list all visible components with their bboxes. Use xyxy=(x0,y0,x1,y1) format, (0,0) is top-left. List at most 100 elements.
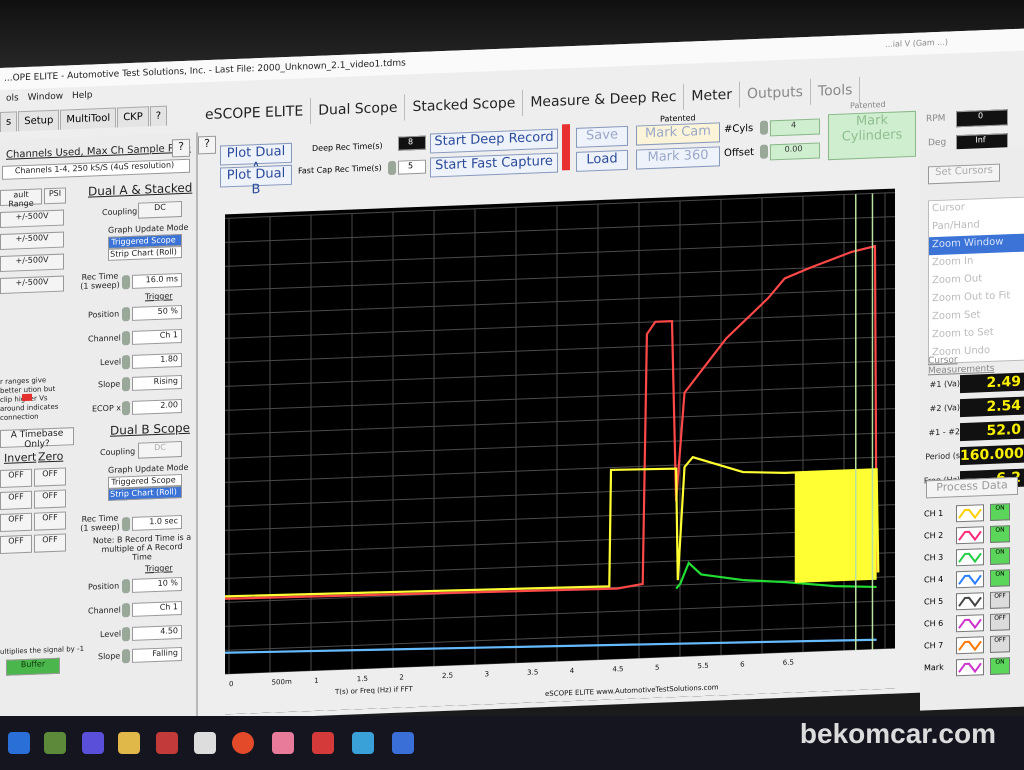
app-icon[interactable] xyxy=(44,732,66,754)
zero-ch3[interactable]: OFF xyxy=(34,511,66,531)
mark-cylinders-button[interactable]: Mark Cylinders xyxy=(828,110,916,161)
channel-toggle[interactable]: OFF xyxy=(990,613,1010,631)
video-icon[interactable] xyxy=(82,732,104,754)
plot-dual-a-button[interactable]: Plot Dual A xyxy=(220,142,292,175)
cyls-spinner[interactable] xyxy=(760,120,768,135)
mark-cam-button[interactable]: Mark Cam xyxy=(636,122,720,146)
tab-help[interactable]: ? xyxy=(149,105,168,127)
rec-time-value[interactable]: 16.0 ms xyxy=(132,273,182,289)
menu-help[interactable]: Help xyxy=(72,86,93,105)
offset-value[interactable]: 0.00 xyxy=(770,142,820,161)
fast-cap-value[interactable]: 5 xyxy=(398,159,426,175)
tab-5[interactable]: Outputs xyxy=(739,78,811,108)
invert-ch3[interactable]: OFF xyxy=(0,512,32,532)
mark-360-button[interactable]: Mark 360 xyxy=(636,146,720,170)
start-fast-capture-button[interactable]: Start Fast Capture xyxy=(430,152,558,178)
waveform-icon[interactable] xyxy=(956,570,984,589)
chrome-icon[interactable] xyxy=(232,732,254,754)
rec-time-b-spinner[interactable] xyxy=(122,517,130,532)
ecop-value[interactable]: 2.00 xyxy=(132,399,182,415)
fault-range-button[interactable]: ault Range xyxy=(0,188,42,209)
psi-button[interactable]: PSI xyxy=(44,187,66,205)
level-b-value[interactable]: 4.50 xyxy=(132,625,182,641)
range-ch3[interactable]: +/-500V xyxy=(0,253,64,272)
timebase-only-button[interactable]: A Timebase Only? xyxy=(0,427,74,450)
offset-spinner[interactable] xyxy=(760,144,768,159)
scope-plot[interactable]: -3-2-10123456789101112131415160500m11.52… xyxy=(225,188,895,715)
position-value[interactable]: 50 % xyxy=(132,305,182,321)
tab-0[interactable]: eSCOPE ELITE xyxy=(198,98,312,129)
waveform-icon[interactable] xyxy=(956,614,984,633)
level-value[interactable]: 1.80 xyxy=(132,353,182,369)
waveform-icon[interactable] xyxy=(956,504,984,523)
waveform-icon[interactable] xyxy=(956,636,984,655)
waveform-icon[interactable] xyxy=(956,658,984,677)
range-ch2[interactable]: +/-500V xyxy=(0,231,64,250)
media-icon[interactable] xyxy=(272,732,294,754)
tab-multitool[interactable]: MultiTool xyxy=(60,107,117,130)
app4-icon[interactable] xyxy=(392,732,414,754)
scope-chart[interactable]: -3-2-10123456789101112131415160500m11.52… xyxy=(225,189,895,715)
channel-value[interactable]: Ch 1 xyxy=(132,329,182,345)
plot-dual-b-button[interactable]: Plot Dual B xyxy=(220,164,292,197)
channels-info[interactable]: Channels 1-4, 250 kS/S (4uS resolution) xyxy=(2,158,190,180)
tab-1[interactable]: Dual Scope xyxy=(311,94,406,125)
start-deep-record-button[interactable]: Start Deep Record xyxy=(430,128,558,154)
rec-time-b-value[interactable]: 1.0 sec xyxy=(132,515,182,531)
channel-toggle[interactable]: ON xyxy=(990,547,1010,565)
save-button[interactable]: Save xyxy=(576,125,628,148)
slope-b-value[interactable]: Falling xyxy=(132,647,182,663)
tab-ckp[interactable]: CKP xyxy=(117,106,149,128)
fast-cap-spinner[interactable] xyxy=(388,160,396,176)
app2-icon[interactable] xyxy=(312,732,334,754)
help-button[interactable]: ? xyxy=(172,138,190,158)
range-ch1[interactable]: +/-500V xyxy=(0,209,64,228)
channel-toggle[interactable]: ON xyxy=(990,503,1010,521)
position-b-value[interactable]: 10 % xyxy=(132,577,182,593)
range-ch4[interactable]: +/-500V xyxy=(0,275,64,294)
waveform-icon[interactable] xyxy=(956,592,984,611)
invert-ch2[interactable]: OFF xyxy=(0,490,32,510)
tab-3[interactable]: Measure & Deep Rec xyxy=(523,83,685,116)
toolbar-help-button[interactable]: ? xyxy=(198,135,216,155)
cyls-value[interactable]: 4 xyxy=(770,118,820,137)
ecop-spinner[interactable] xyxy=(122,401,130,416)
escope-icon[interactable] xyxy=(156,732,178,754)
channel-toggle[interactable]: OFF xyxy=(990,635,1010,653)
zero-ch4[interactable]: OFF xyxy=(34,533,66,553)
waveform-icon[interactable] xyxy=(956,548,984,567)
level-spinner[interactable] xyxy=(122,355,130,370)
menu-window[interactable]: Window xyxy=(28,88,64,107)
strip-chart-option[interactable]: Strip Chart (Roll) xyxy=(108,246,182,261)
slope-value[interactable]: Rising xyxy=(132,375,182,391)
channel-toggle[interactable]: ON xyxy=(990,569,1010,587)
channel-toggle[interactable]: OFF xyxy=(990,591,1010,609)
process-data-button[interactable]: Process Data xyxy=(926,476,1018,499)
calculator-icon[interactable] xyxy=(194,732,216,754)
set-cursors-button[interactable]: Set Cursors xyxy=(928,163,1000,185)
strip-chart-b-option[interactable]: Strip Chart (Roll) xyxy=(108,486,182,501)
channel-spinner[interactable] xyxy=(122,331,130,346)
edge-icon[interactable] xyxy=(8,732,30,754)
slope-spinner[interactable] xyxy=(122,377,130,392)
position-spinner[interactable] xyxy=(122,307,130,322)
buffer-button[interactable]: Buffer xyxy=(6,657,60,676)
waveform-icon[interactable] xyxy=(956,526,984,545)
tab-s[interactable]: s xyxy=(0,111,18,132)
folder-icon[interactable] xyxy=(118,732,140,754)
deep-rec-value[interactable]: 8 xyxy=(398,135,426,151)
zero-ch2[interactable]: OFF xyxy=(34,489,66,509)
load-button[interactable]: Load xyxy=(576,149,628,172)
tab-setup[interactable]: Setup xyxy=(18,109,60,132)
position-b-spinner[interactable] xyxy=(122,579,130,594)
channel-b-value[interactable]: Ch 1 xyxy=(132,601,182,617)
tab-2[interactable]: Stacked Scope xyxy=(405,89,524,121)
coupling-value[interactable]: DC xyxy=(138,201,182,219)
rec-time-spinner[interactable] xyxy=(122,275,130,290)
zero-ch1[interactable]: OFF xyxy=(34,467,66,487)
level-b-spinner[interactable] xyxy=(122,627,130,642)
channel-toggle[interactable]: ON xyxy=(990,657,1010,675)
channel-toggle[interactable]: ON xyxy=(990,525,1010,543)
invert-ch4[interactable]: OFF xyxy=(0,534,32,554)
menu-tools[interactable]: ols xyxy=(6,89,19,107)
